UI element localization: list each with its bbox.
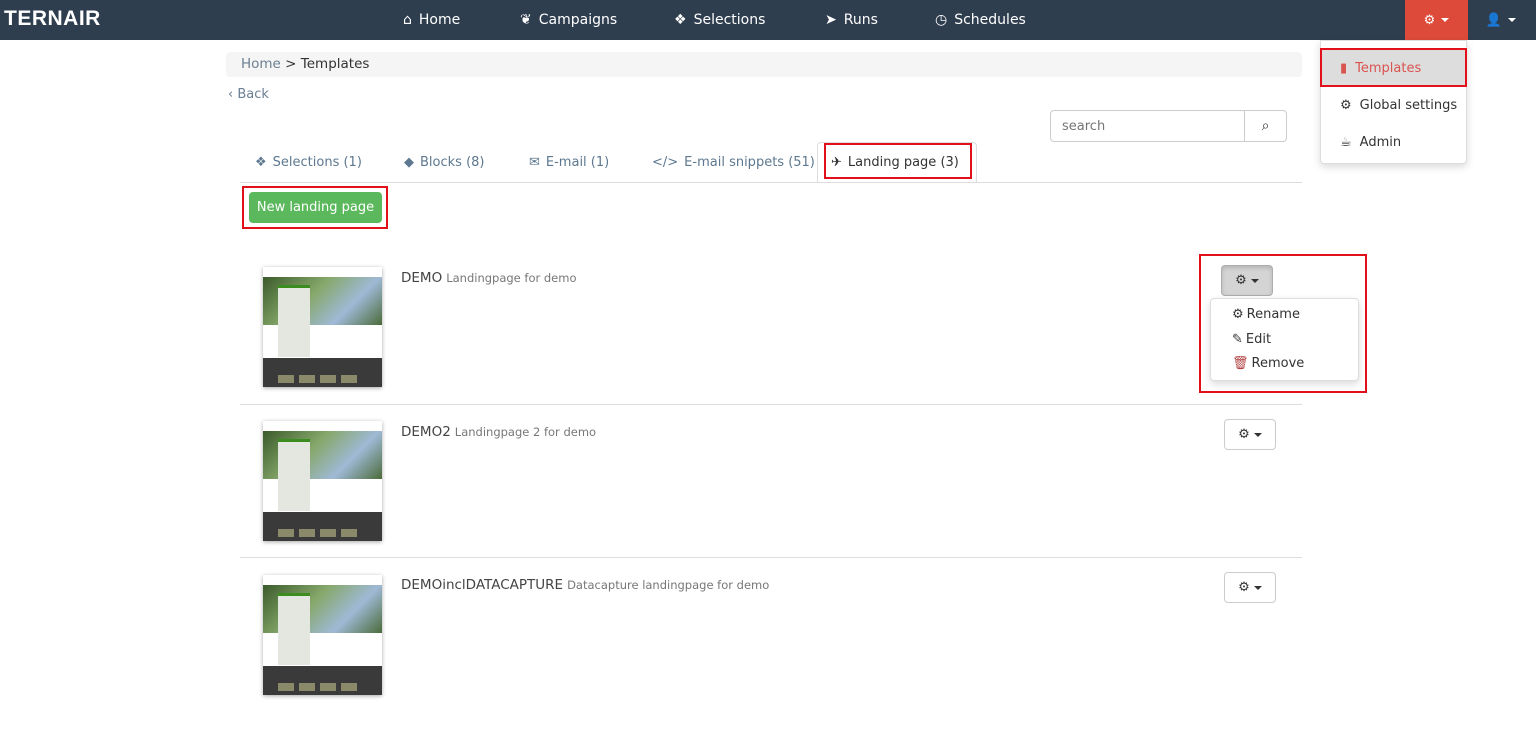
back-link[interactable]: ‹ Back	[228, 87, 269, 102]
caret-down-icon	[1441, 18, 1450, 22]
menu-label: Admin	[1359, 134, 1402, 150]
breadcrumb: Home > Templates	[226, 52, 1302, 77]
search-icon: ⌕	[1261, 118, 1270, 134]
tab-email[interactable]: ✉ E-mail (1)	[529, 150, 609, 174]
caret-down-icon	[1508, 18, 1517, 22]
highlight-box	[824, 143, 972, 179]
nav-home[interactable]: ⌂ Home	[403, 0, 460, 40]
nav-label: Schedules	[954, 12, 1026, 28]
nav-schedules[interactable]: ◷ Schedules	[935, 0, 1026, 40]
nav-runs[interactable]: ➤ Runs	[825, 0, 878, 40]
item-actions-button[interactable]: ⚙	[1224, 572, 1276, 603]
item-description: Landingpage for demo	[446, 271, 577, 285]
user-icon: 👤	[1485, 12, 1503, 28]
tab-email-snippets[interactable]: </> E-mail snippets (51)	[652, 150, 815, 174]
menu-label: Global settings	[1359, 97, 1458, 113]
search-input[interactable]	[1051, 111, 1244, 141]
item-name: DEMO2	[401, 424, 451, 440]
coffee-icon: ☕	[1340, 134, 1352, 150]
home-icon: ⌂	[403, 12, 412, 28]
cube-icon: ◆	[404, 154, 414, 170]
breadcrumb-home[interactable]: Home	[241, 56, 281, 72]
tab-label: Blocks (8)	[420, 154, 485, 170]
tab-blocks[interactable]: ◆ Blocks (8)	[404, 150, 484, 174]
highlight-box	[1199, 254, 1367, 393]
user-menu-button[interactable]: 👤	[1476, 0, 1526, 40]
gear-icon: ⚙	[1238, 580, 1250, 595]
back-label: Back	[237, 87, 269, 102]
tabs-divider	[240, 182, 1302, 183]
navbar	[0, 0, 1536, 40]
list-item-title[interactable]: DEMOinclDATACAPTURE Datacapture landingpa…	[401, 577, 769, 593]
thumbnail[interactable]	[263, 421, 382, 541]
nav-label: Home	[418, 12, 461, 28]
nav-campaigns[interactable]: ❦ Campaigns	[520, 0, 617, 40]
highlight-box	[1320, 48, 1467, 87]
tab-selections[interactable]: ❖ Selections (1)	[255, 150, 362, 174]
menu-item-global-settings[interactable]: ⚙ Global settings	[1321, 87, 1467, 123]
code-icon: </>	[652, 154, 679, 170]
cubes-icon: ❖	[674, 12, 687, 28]
logo[interactable]: TERNAIR	[4, 7, 101, 31]
caret-down-icon	[1253, 432, 1262, 437]
item-name: DEMOinclDATACAPTURE	[401, 577, 564, 593]
cubes-icon: ❖	[255, 154, 267, 170]
tab-label: E-mail snippets (51)	[684, 154, 815, 170]
gear-icon: ⚙	[1340, 97, 1352, 113]
item-actions-button[interactable]: ⚙	[1224, 419, 1276, 450]
chevron-left-icon: ‹	[228, 87, 234, 102]
tab-label: Selections (1)	[272, 154, 362, 170]
gear-icon: ⚙	[1423, 12, 1436, 28]
thumbnail[interactable]	[263, 267, 382, 387]
item-name: DEMO	[401, 270, 443, 286]
breadcrumb-separator: >	[285, 56, 297, 72]
item-description: Landingpage 2 for demo	[454, 425, 597, 439]
nav-label: Campaigns	[538, 12, 618, 28]
nav-label: Runs	[843, 12, 878, 28]
gear-icon: ⚙	[1238, 427, 1250, 442]
clock-icon: ◷	[935, 12, 948, 28]
leaf-icon: ❦	[520, 12, 532, 28]
caret-down-icon	[1253, 585, 1262, 590]
list-item-title[interactable]: DEMO2 Landingpage 2 for demo	[401, 424, 596, 440]
item-description: Datacapture landingpage for demo	[567, 578, 770, 592]
nav-selections[interactable]: ❖ Selections	[674, 0, 765, 40]
tab-label: E-mail (1)	[545, 154, 610, 170]
settings-menu-button[interactable]: ⚙	[1405, 0, 1468, 40]
row-divider	[240, 557, 1302, 558]
search-box: ⌕	[1050, 110, 1287, 142]
list-item-title[interactable]: DEMO Landingpage for demo	[401, 270, 577, 286]
highlight-box	[242, 186, 388, 229]
search-button[interactable]: ⌕	[1244, 111, 1286, 141]
thumbnail[interactable]	[263, 575, 382, 695]
row-divider	[240, 404, 1302, 405]
nav-label: Selections	[693, 12, 766, 28]
menu-item-admin[interactable]: ☕ Admin	[1321, 124, 1467, 160]
paper-plane-icon: ➤	[825, 12, 837, 28]
breadcrumb-current: Templates	[300, 56, 370, 72]
envelope-icon: ✉	[529, 154, 540, 170]
